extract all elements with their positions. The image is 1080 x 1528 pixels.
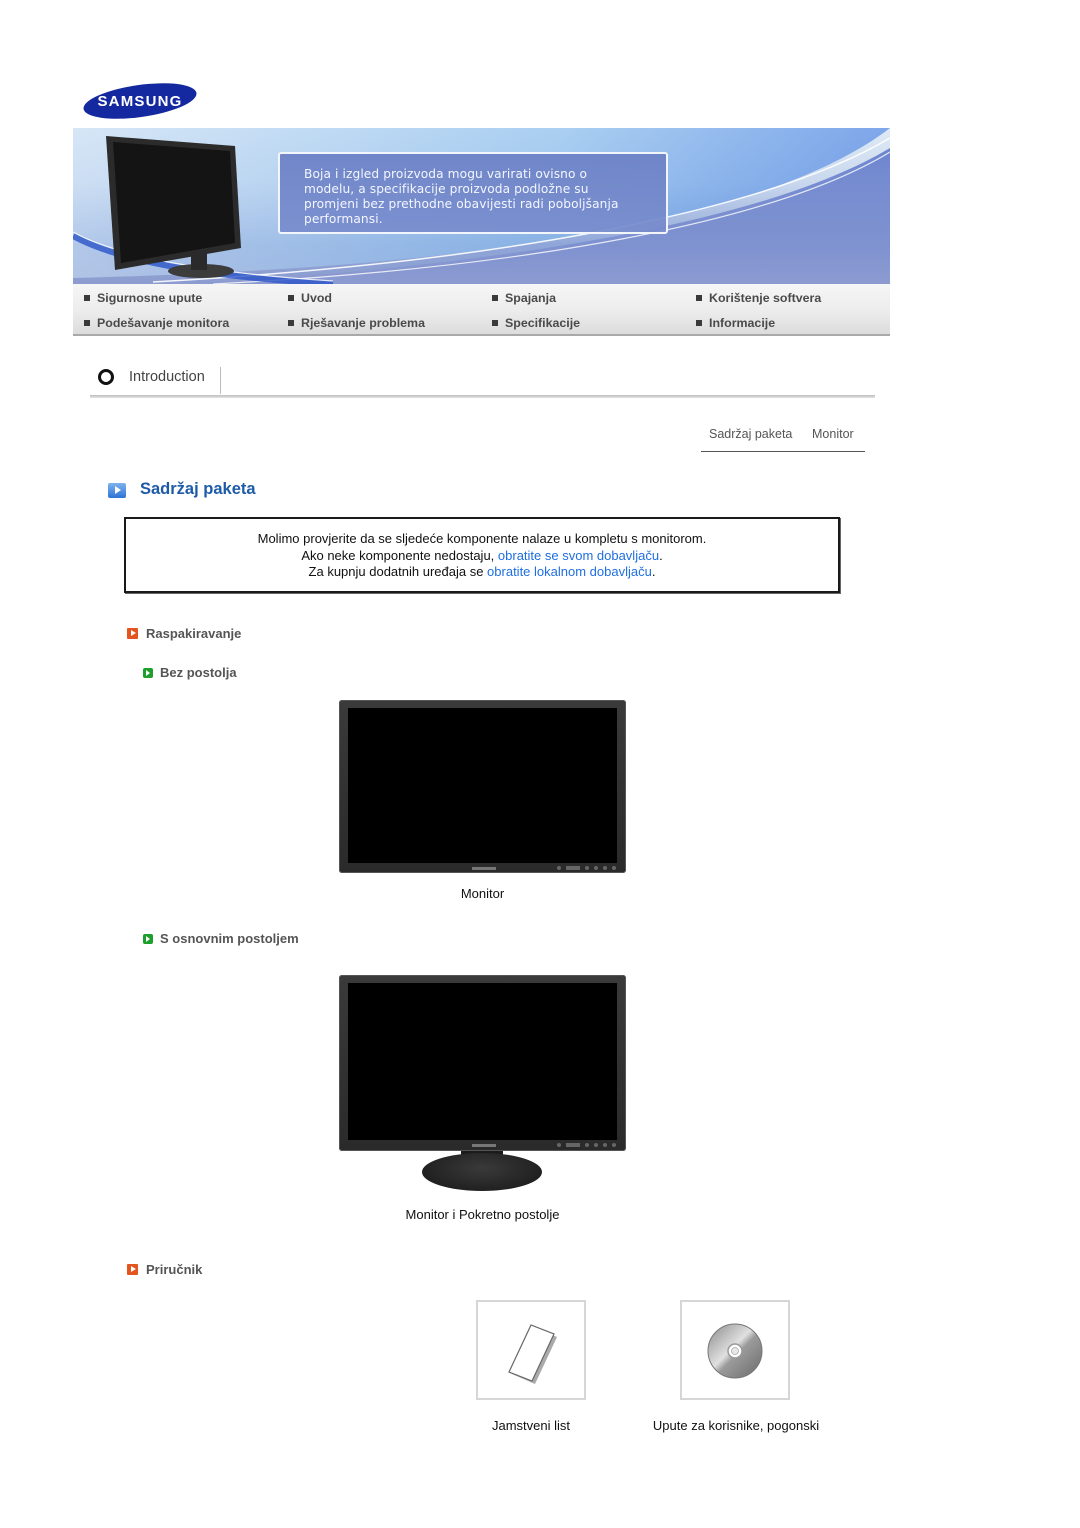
heading-with-stand: S osnovnim postoljem [143,931,299,946]
divider [220,367,221,394]
caption-user-guide: Upute za korisnike, pogonski [652,1418,820,1433]
nav-item-spajanja[interactable]: Spajanja [492,291,556,305]
circle-icon [98,369,114,385]
bullet-icon [696,295,702,301]
nav-item-rjesavanje-problema[interactable]: Rješavanje problema [288,316,425,330]
notice-text: Za kupnju dodatnih uređaja se [308,564,488,580]
monitor-buttons [557,1142,616,1147]
nav-item-label: Sigurnosne upute [97,291,203,305]
main-nav: Sigurnosne upute Uvod Spajanja Korištenj… [73,284,890,336]
page-title: Sadržaj paketa [140,480,256,498]
tab-monitor[interactable]: Monitor [812,427,854,441]
bullet-icon [696,320,702,326]
nav-item-informacije[interactable]: Informacije [696,316,775,330]
logo-text: SAMSUNG [97,93,182,110]
bullet-icon [84,320,90,326]
heading-unpacking: Raspakiravanje [127,626,241,641]
bullet-icon [288,295,294,301]
local-dealer-link[interactable]: obratite lokalnom dobavljaču [487,564,652,579]
play-arrow-icon [143,667,153,678]
nav-item-label: Podešavanje monitora [97,316,230,330]
notice-box: Molimo provjerite da se sljedeće kompone… [124,517,840,593]
nav-item-label: Informacije [709,316,776,330]
caption-monitor: Monitor [460,886,505,901]
nav-item-label: Spajanja [505,291,556,305]
nav-item-label: Korištenje softvera [709,291,822,305]
nav-item-specifikacije[interactable]: Specifikacije [492,316,580,330]
banner-monitor-image [106,136,241,278]
heading-text: Priručnik [146,1262,203,1277]
nav-item-sigurnosne-upute[interactable]: Sigurnosne upute [84,291,202,305]
monitor-without-stand-image [339,700,626,873]
monitor-buttons [557,865,616,870]
monitor-stand-base [422,1153,542,1191]
heading-manual: Priručnik [127,1262,202,1277]
monitor-brand-mark [472,1144,496,1147]
monitor-body [339,975,626,1151]
header-banner: Boja i izgled proizvoda mogu varirati ov… [73,128,890,284]
bullet-icon [492,320,498,326]
play-arrow-icon [127,628,138,639]
sub-tabs: Sadržaj paketa Monitor [701,425,865,452]
samsung-logo: SAMSUNG [82,82,198,120]
section-bar: Introduction [90,364,875,398]
notice-text: . [659,547,663,563]
banner-notice-line: promjeni bez prethodne obavijesti radi p… [304,197,619,211]
nav-item-uvod[interactable]: Uvod [288,291,332,305]
heading-text: Bez postolja [160,665,237,680]
heading-without-stand: Bez postolja [143,665,237,680]
nav-item-label: Specifikacije [505,316,581,330]
nav-item-podesavanje-monitora[interactable]: Podešavanje monitora [84,316,229,330]
heading-text: S osnovnim postoljem [160,931,299,946]
caption-warranty: Jamstveni list [491,1418,571,1433]
notice-line: Za kupnju dodatnih uređaja se obratite l… [126,564,838,581]
monitor-screen [348,708,617,863]
notice-line: Molimo provjerite da se sljedeće kompone… [257,531,707,546]
notice-text: . [651,564,656,580]
tab-sadrzaj-paketa[interactable]: Sadržaj paketa [709,427,792,441]
warranty-card-icon [508,1324,557,1384]
play-arrow-icon [108,483,126,498]
notice-line: Ako neke komponente nedostaju, obratite … [126,548,838,565]
warranty-card-thumbnail [476,1300,586,1400]
nav-item-koristenje-softvera[interactable]: Korištenje softvera [696,291,821,305]
cd-thumbnail [680,1300,790,1400]
banner-notice: Boja i izgled proizvoda mogu varirati ov… [278,152,668,234]
heading-text: Raspakiravanje [146,626,242,641]
bullet-icon [84,295,90,301]
monitor-screen [348,983,617,1140]
banner-notice-line: Boja i izgled proizvoda mogu varirati ov… [304,167,588,181]
play-arrow-icon [143,933,153,944]
bullet-icon [492,295,498,301]
notice-text: Ako neke komponente nedostaju, [301,547,498,563]
divider [90,395,875,398]
play-arrow-icon [127,1264,138,1275]
nav-item-label: Rješavanje problema [301,316,425,330]
bullet-icon [288,320,294,326]
section-bar-label: Introduction [129,369,205,385]
nav-item-label: Uvod [301,291,332,305]
cd-disc-icon [707,1323,763,1379]
caption-monitor-stand: Monitor i Pokretno postolje [405,1207,560,1222]
banner-notice-line: performansi. [304,212,383,226]
monitor-with-stand-image [339,975,626,1195]
monitor-brand-mark [472,867,496,870]
contact-dealer-link[interactable]: obratite se svom dobavljaču [498,548,659,563]
banner-notice-line: modelu, a specifikacije proizvoda podlož… [304,182,589,196]
